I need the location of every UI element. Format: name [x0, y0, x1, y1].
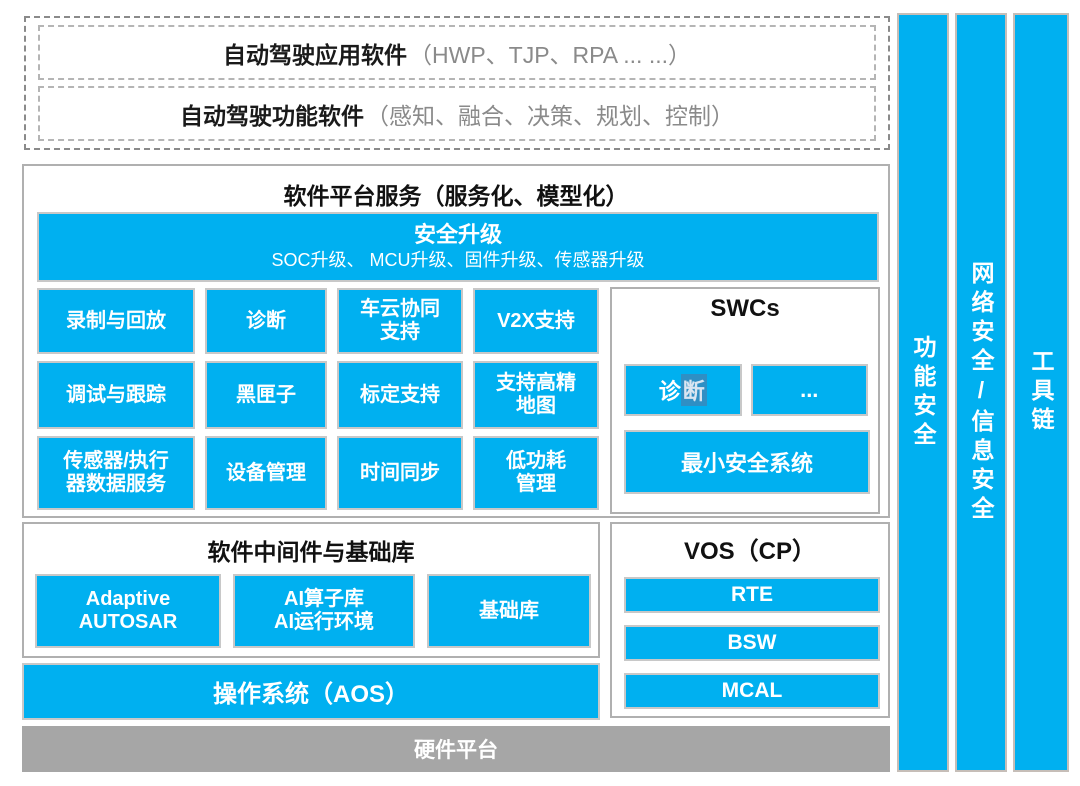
base-library-box: 基础库: [427, 574, 591, 648]
app-software-row: 自动驾驶应用软件 （HWP、TJP、RPA ... ...）: [38, 25, 876, 80]
swcs-panel: SWCs 诊断 ... 最小安全系统: [610, 287, 880, 514]
ellipsis-swc-box: ...: [751, 364, 869, 416]
architecture-diagram: 自动驾驶应用软件 （HWP、TJP、RPA ... ...） 自动驾驶功能软件 …: [0, 0, 1080, 786]
diagnosis-swc-text: 诊: [659, 374, 681, 406]
security-upgrade-subtitle: SOC升级、 MCU升级、固件升级、传感器升级: [272, 249, 645, 272]
rte-bar: RTE: [624, 577, 880, 613]
vos-panel: VOS（CP） RTE BSW MCAL: [610, 522, 890, 718]
swcs-small-row: 诊断 ...: [624, 364, 868, 416]
adaptive-autosar-box: Adaptive AUTOSAR: [35, 574, 221, 648]
security-upgrade-title: 安全升级: [414, 222, 502, 248]
bsw-bar: BSW: [624, 625, 880, 661]
service-box-time-sync: 时间同步: [337, 436, 463, 510]
diagnosis-swc-box: 诊断: [624, 364, 742, 416]
mcal-bar: MCAL: [624, 673, 880, 709]
middleware-panel: 软件中间件与基础库 Adaptive AUTOSAR AI算子库 AI运行环境 …: [22, 522, 600, 658]
service-box-v2x: V2X支持: [473, 288, 599, 354]
vos-layer-stack: RTE BSW MCAL: [624, 577, 880, 709]
security-upgrade-banner: 安全升级 SOC升级、 MCU升级、固件升级、传感器升级: [37, 212, 879, 282]
platform-services-panel: 软件平台服务（服务化、模型化） 安全升级 SOC升级、 MCU升级、固件升级、传…: [22, 164, 890, 518]
vos-title: VOS（CP）: [612, 524, 888, 566]
app-software-title: 自动驾驶应用软件: [223, 36, 407, 70]
service-box-record-replay: 录制与回放: [37, 288, 195, 354]
pillar-functional-safety: 功能安全: [897, 13, 949, 772]
platform-services-grid: 录制与回放 诊断 车云协同 支持 V2X支持 调试与跟踪 黑匣子 标定支持 支持…: [37, 288, 599, 510]
service-box-device-management: 设备管理: [205, 436, 327, 510]
service-box-debug-trace: 调试与跟踪: [37, 361, 195, 429]
function-software-title: 自动驾驶功能软件: [180, 97, 364, 131]
hardware-platform-bar: 硬件平台: [22, 726, 890, 772]
min-safety-system-box: 最小安全系统: [624, 430, 870, 494]
service-box-calibration: 标定支持: [337, 361, 463, 429]
service-box-blackbox: 黑匣子: [205, 361, 327, 429]
aos-operating-system-bar: 操作系统（AOS）: [22, 663, 600, 720]
swcs-title: SWCs: [612, 289, 878, 323]
function-software-row: 自动驾驶功能软件 （感知、融合、决策、规划、控制）: [38, 86, 876, 141]
service-box-hd-map: 支持高精 地图: [473, 361, 599, 429]
ai-library-box: AI算子库 AI运行环境: [233, 574, 415, 648]
service-box-low-power: 低功耗 管理: [473, 436, 599, 510]
app-software-detail: （HWP、TJP、RPA ... ...）: [409, 36, 691, 70]
service-box-cloud-coordination: 车云协同 支持: [337, 288, 463, 354]
service-box-diagnosis: 诊断: [205, 288, 327, 354]
middleware-title: 软件中间件与基础库: [24, 524, 598, 567]
function-software-detail: （感知、融合、决策、规划、控制）: [366, 97, 734, 131]
pillar-network-information-security: 网络安全/信息安全: [955, 13, 1007, 772]
service-box-sensor-actuator-data: 传感器/执行 器数据服务: [37, 436, 195, 510]
diagnosis-swc-highlight: 断: [681, 374, 707, 406]
application-layer-group: 自动驾驶应用软件 （HWP、TJP、RPA ... ...） 自动驾驶功能软件 …: [24, 16, 890, 150]
middleware-grid: Adaptive AUTOSAR AI算子库 AI运行环境 基础库: [35, 574, 591, 648]
platform-services-title: 软件平台服务（服务化、模型化）: [24, 166, 888, 211]
pillar-toolchain: 工具链: [1013, 13, 1069, 772]
